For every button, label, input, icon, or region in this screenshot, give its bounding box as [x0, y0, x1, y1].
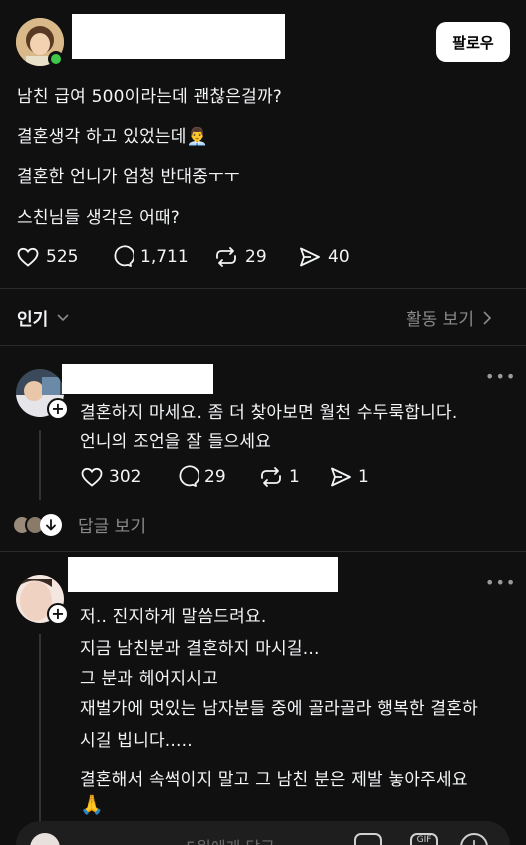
follow-button[interactable]: 팔로우 — [436, 22, 510, 62]
reply-2-line-1: 저.. 진지하게 말씀드려요. — [80, 607, 267, 627]
composer-input[interactable]: 5원에게 답글 — [186, 834, 275, 845]
post-line-2: 결혼생각 하고 있었는데👨‍💼 — [17, 127, 208, 147]
reply-1-line-2: 언니의 조언을 잘 들으세요 — [80, 432, 272, 452]
reply-1-repost-count: 1 — [289, 467, 300, 487]
like-button[interactable]: 525 — [16, 245, 78, 269]
divider — [0, 345, 526, 346]
divider — [0, 288, 526, 289]
repost-count: 29 — [245, 247, 267, 267]
reply-1-line-1: 결혼하지 마세요. 좀 더 찾아보면 월천 수두룩합니다. — [80, 403, 458, 423]
comment-icon — [114, 245, 134, 267]
reply-2-line-6: 결혼해서 속썩이지 말고 그 남친 분은 제발 놓아주세요 — [80, 770, 468, 790]
gif-icon[interactable]: GIF — [410, 833, 438, 845]
composer-avatar — [30, 833, 60, 845]
follow-plus-icon[interactable]: + — [47, 398, 69, 420]
reply-1-like-count: 302 — [109, 467, 142, 487]
reply-author-redacted — [68, 557, 338, 592]
heart-icon — [17, 247, 39, 267]
share-count: 40 — [328, 247, 350, 267]
reply-1-comment-count: 29 — [204, 467, 226, 487]
send-icon — [300, 247, 320, 267]
reply-author-redacted — [62, 364, 213, 394]
comment-button[interactable]: 1,711 — [110, 245, 189, 269]
divider — [0, 551, 526, 552]
more-options-icon[interactable]: ••• — [485, 367, 516, 386]
thread-line — [39, 430, 41, 500]
more-options-icon[interactable]: ••• — [485, 573, 516, 592]
reply-2-line-4: 재벌가에 멋있는 남자분들 중에 골라골라 행복한 결혼하 — [80, 699, 478, 719]
arrow-down-icon — [40, 513, 62, 536]
repost-icon — [216, 247, 236, 267]
activity-label: 활동 보기 — [406, 310, 474, 330]
view-replies-label: 답글 보기 — [78, 517, 146, 537]
reply-2-line-3: 그 분과 헤어지시고 — [80, 669, 218, 689]
view-replies-button[interactable]: 답글 보기 — [12, 512, 146, 537]
reply-1-share-button[interactable]: 1 — [329, 465, 369, 489]
chevron-down-icon — [57, 313, 69, 321]
comment-icon — [179, 465, 199, 487]
heart-icon — [81, 467, 103, 487]
chevron-right-icon — [483, 310, 492, 325]
sort-dropdown[interactable]: 인기 — [17, 305, 70, 330]
repost-icon — [261, 467, 281, 487]
reply-composer[interactable]: 5원에게 답글 GIF + — [16, 821, 510, 845]
share-button[interactable]: 40 — [298, 245, 350, 269]
post-line-4: 스친님들 생각은 어때? — [17, 208, 180, 228]
reply-1-share-count: 1 — [358, 467, 369, 487]
add-icon[interactable]: + — [460, 833, 488, 845]
reply-2-line-2: 지금 남친분과 결혼하지 마시길... — [80, 639, 320, 659]
reply-1-comment-button[interactable]: 29 — [175, 465, 226, 489]
reply-2-line-5: 시길 빕니다..... — [80, 731, 193, 751]
activity-link[interactable]: 활동 보기 — [406, 305, 492, 330]
image-icon[interactable] — [354, 833, 382, 845]
thread-line — [39, 634, 41, 845]
reply-1-like-button[interactable]: 302 — [80, 465, 141, 489]
follow-plus-icon[interactable]: + — [47, 603, 69, 625]
reply-2-line-7: 🙏 — [80, 794, 104, 816]
reply-1-repost-button[interactable]: 1 — [258, 465, 300, 489]
online-status-dot — [48, 51, 64, 67]
author-name-redacted — [72, 14, 285, 59]
comment-count: 1,711 — [140, 247, 189, 267]
post-line-3: 결혼한 언니가 엄청 반대중ㅜㅜ — [17, 167, 240, 187]
post-line-1: 남친 급여 500이라는데 괜찮은걸까? — [17, 87, 283, 107]
like-count: 525 — [46, 247, 79, 267]
sort-label: 인기 — [17, 310, 49, 330]
repost-button[interactable]: 29 — [213, 245, 267, 269]
send-icon — [331, 467, 351, 487]
